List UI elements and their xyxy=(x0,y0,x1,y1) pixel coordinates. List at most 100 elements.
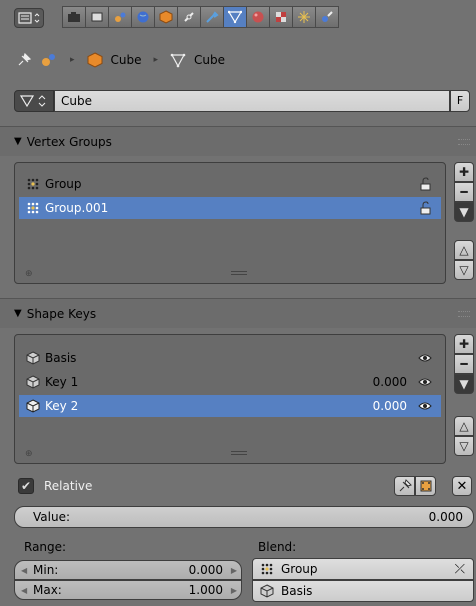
add-shape-key-button[interactable]: ✚ xyxy=(454,334,474,354)
tab-object[interactable] xyxy=(154,6,178,28)
panel-drag-grip-icon[interactable] xyxy=(458,311,470,317)
eye-icon[interactable] xyxy=(417,350,433,366)
mesh-datablock-selector: Cube F xyxy=(14,90,470,112)
blend-vertex-group-field[interactable]: Group ⤫ xyxy=(252,558,474,580)
filter-options-icon[interactable]: ⊕ xyxy=(25,449,33,459)
list-resize-grip-icon[interactable] xyxy=(231,451,247,455)
scene-icon xyxy=(42,54,55,66)
tab-modifiers[interactable] xyxy=(200,6,224,28)
editor-type-icon xyxy=(18,12,40,24)
tab-data[interactable] xyxy=(223,6,247,28)
move-down-button[interactable]: ▽ xyxy=(454,436,474,456)
shape-key-side-buttons: ✚ ━ ▼ △ ▽ xyxy=(454,334,474,464)
unlock-icon[interactable] xyxy=(417,200,433,216)
decrement-arrow-icon[interactable]: ◀ xyxy=(21,586,27,595)
max-label: Max: xyxy=(33,583,62,597)
vertex-group-icon xyxy=(25,176,41,192)
shape-key-lock-buttons xyxy=(394,476,436,496)
tab-particles[interactable] xyxy=(292,6,316,28)
blend-basis-value: Basis xyxy=(281,584,313,598)
decrement-arrow-icon[interactable]: ◀ xyxy=(21,566,27,575)
range-min-field[interactable]: ◀ Min: 0.000 ▶ xyxy=(14,560,242,580)
list-item[interactable]: Group xyxy=(19,173,441,195)
shape-key-icon xyxy=(25,398,41,414)
list-resize-grip-icon[interactable] xyxy=(231,271,247,275)
arrow-down-icon: ▽ xyxy=(459,439,469,453)
list-item[interactable]: Basis xyxy=(19,347,441,369)
panel-title: Vertex Groups xyxy=(26,134,112,149)
shape-keys-panel-header[interactable]: ▼ Shape Keys xyxy=(0,298,476,328)
tab-render-layers[interactable] xyxy=(85,6,109,28)
collapse-triangle-icon: ▼ xyxy=(14,308,22,319)
collapse-triangle-icon: ▼ xyxy=(14,136,22,147)
clear-shape-keys-button[interactable]: ✕ xyxy=(452,476,472,496)
list-item[interactable]: Key 2 0.000 xyxy=(19,395,441,417)
edit-mode-icon xyxy=(420,480,431,492)
tab-constraints[interactable] xyxy=(177,6,201,28)
shape-key-specials-button[interactable]: ▼ xyxy=(454,374,474,394)
physics-icon xyxy=(322,11,333,22)
material-icon xyxy=(252,11,264,23)
mesh-data-icon xyxy=(19,95,46,108)
eye-icon[interactable] xyxy=(417,374,433,390)
shape-key-value[interactable]: 0.000 xyxy=(373,399,407,413)
move-up-button[interactable]: △ xyxy=(454,416,474,436)
arrow-up-icon: △ xyxy=(459,243,469,257)
blend-group-value: Group xyxy=(281,562,318,576)
vertex-group-list[interactable]: Group Group.001 ⊕ xyxy=(14,162,446,284)
panel-title: Shape Keys xyxy=(26,306,97,321)
breadcrumb-separator: ▸ xyxy=(70,55,75,65)
tab-world[interactable] xyxy=(131,6,155,28)
panel-drag-grip-icon[interactable] xyxy=(458,139,470,145)
vertex-group-icon xyxy=(259,561,275,577)
mesh-name-field[interactable]: Cube xyxy=(54,90,450,112)
texture-icon xyxy=(276,12,286,22)
remove-shape-key-button[interactable]: ━ xyxy=(454,354,474,374)
pin-shape-button[interactable] xyxy=(394,476,415,496)
tab-texture[interactable] xyxy=(269,6,293,28)
move-down-button[interactable]: ▽ xyxy=(454,260,474,280)
close-icon: ✕ xyxy=(456,478,468,494)
breadcrumb-data: Cube xyxy=(194,53,226,67)
tab-physics[interactable] xyxy=(315,6,339,28)
min-label: Min: xyxy=(33,563,59,577)
shape-key-icon xyxy=(25,350,41,366)
add-vertex-group-button[interactable]: ✚ xyxy=(454,162,474,182)
tab-render[interactable] xyxy=(62,6,86,28)
increment-arrow-icon[interactable]: ▶ xyxy=(231,586,237,595)
move-up-button[interactable]: △ xyxy=(454,240,474,260)
eye-icon[interactable] xyxy=(417,398,433,414)
shape-key-value[interactable]: 0.000 xyxy=(373,375,407,389)
remove-vertex-group-button[interactable]: ━ xyxy=(454,182,474,202)
filter-options-icon[interactable]: ⊕ xyxy=(25,269,33,279)
mesh-data-icon xyxy=(170,53,186,68)
vertex-group-specials-button[interactable]: ▼ xyxy=(454,202,474,222)
edit-mode-shape-button[interactable] xyxy=(415,476,436,496)
shape-key-value-slider[interactable]: Value: 0.000 xyxy=(14,506,474,528)
blend-relative-key-field[interactable]: Basis xyxy=(252,580,474,602)
list-item[interactable]: Key 1 0.000 xyxy=(19,371,441,393)
range-max-field[interactable]: ◀ Max: 1.000 ▶ xyxy=(14,580,242,600)
shape-key-list[interactable]: Basis Key 1 0.000 Key 2 0.000 ⊕ xyxy=(14,334,446,464)
pin-icon[interactable] xyxy=(16,52,32,68)
dropdown-arrow-icon: ▼ xyxy=(459,377,469,391)
relative-label: Relative xyxy=(44,479,93,493)
clear-field-icon[interactable]: ⤫ xyxy=(455,562,465,577)
browse-mesh-button[interactable] xyxy=(14,90,54,112)
relative-checkbox[interactable]: ✔ xyxy=(18,478,34,494)
checkmark-icon: ✔ xyxy=(20,479,32,493)
list-item-label: Group.001 xyxy=(45,201,109,215)
list-item-label: Key 1 xyxy=(45,375,79,389)
editor-type-button[interactable] xyxy=(14,8,44,28)
fake-user-button[interactable]: F xyxy=(450,90,470,112)
tab-scene[interactable] xyxy=(108,6,132,28)
list-item[interactable]: Group.001 xyxy=(19,197,441,219)
list-item-label: Group xyxy=(45,177,82,191)
tab-material[interactable] xyxy=(246,6,270,28)
object-cube-icon xyxy=(159,10,173,24)
scene-icon xyxy=(115,12,126,22)
increment-arrow-icon[interactable]: ▶ xyxy=(231,566,237,575)
list-item-label: Key 2 xyxy=(45,399,79,413)
unlock-icon[interactable] xyxy=(417,176,433,192)
vertex-groups-panel-header[interactable]: ▼ Vertex Groups xyxy=(0,126,476,156)
